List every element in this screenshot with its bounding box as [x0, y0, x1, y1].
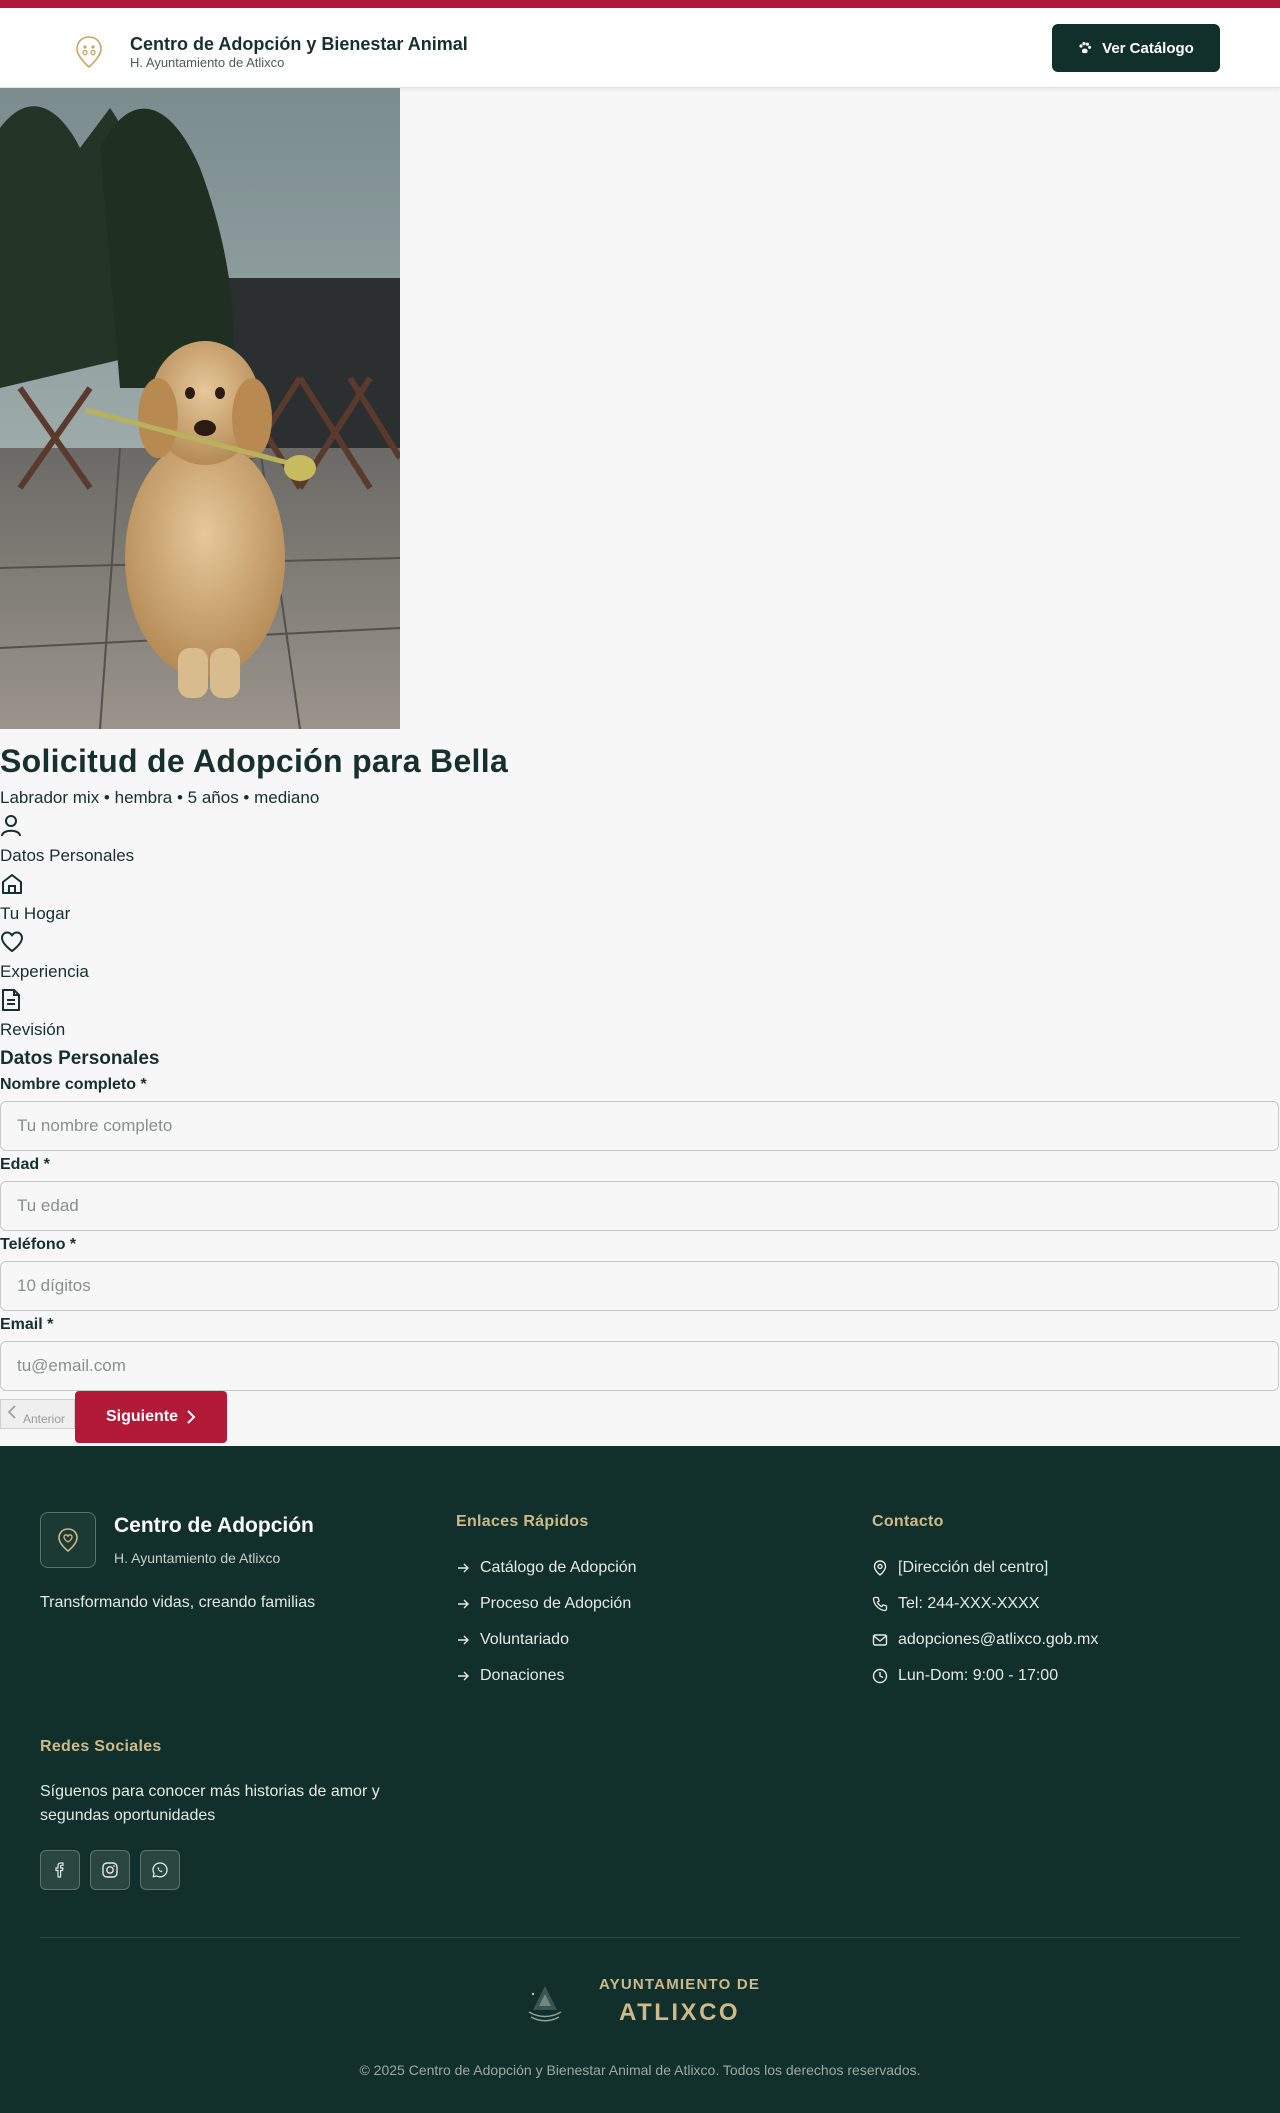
social-text: Síguenos para conocer más historias de a…: [40, 1783, 380, 1824]
quick-link-label: Donaciones: [480, 1667, 565, 1684]
pyramid-icon: [528, 1985, 562, 2021]
contact-heading: Contacto: [872, 1513, 944, 1530]
brand[interactable]: Centro de Adopción y Bienestar Animal H.…: [72, 33, 468, 71]
form-navigation: Anterior Siguiente: [0, 1391, 1280, 1443]
pet-photo: [0, 88, 400, 729]
paw-pin-icon: [72, 35, 106, 69]
footer-tagline: Transformando vidas, creando familias: [40, 1594, 316, 1611]
step-label: Datos Personales: [0, 846, 135, 865]
facebook-icon[interactable]: [40, 1850, 80, 1890]
brand-title: Centro de Adopción y Bienestar Animal: [130, 34, 468, 54]
section-title: Datos Personales: [0, 1048, 160, 1069]
catalog-button[interactable]: Ver Catálogo: [1052, 24, 1220, 72]
phone-icon: [872, 1596, 888, 1612]
footer-brand-subtitle: H. Ayuntamiento de Atlixco: [114, 1550, 281, 1566]
arrow-right-icon: [458, 1671, 469, 1681]
step-personal-data[interactable]: Datos Personales: [0, 813, 1280, 867]
quick-link-label: Voluntariado: [480, 1631, 569, 1648]
field-phone: Teléfono *: [0, 1235, 1280, 1311]
quick-link-donations[interactable]: Donaciones: [456, 1658, 637, 1694]
social-heading: Redes Sociales: [40, 1738, 162, 1755]
user-icon: [0, 813, 1280, 839]
step-label: Tu Hogar: [0, 904, 71, 923]
quick-link-label: Proceso de Adopción: [480, 1595, 632, 1612]
top-accent-bar: [0, 0, 1280, 8]
pet-details: Labrador mix • hembra • 5 años • mediano: [0, 788, 320, 807]
field-email: Email *: [0, 1315, 1280, 1391]
contact-hours: Lun-Dom: 9:00 - 17:00: [872, 1658, 1098, 1694]
field-label: Edad *: [0, 1156, 50, 1173]
contact-text: Tel: 244-XXX-XXXX: [898, 1595, 1040, 1612]
adoption-application: Solicitud de Adopción para Bella Labrado…: [0, 729, 1280, 1443]
contact-text: adopciones@atlixco.gob.mx: [898, 1631, 1099, 1648]
contact-text: [Dirección del centro]: [898, 1559, 1049, 1576]
ayuntamiento-logo: AYUNTAMIENTO DE ATLIXCO: [525, 1976, 760, 2027]
next-button-label: Siguiente: [105, 1408, 178, 1425]
field-label: Nombre completo *: [0, 1076, 147, 1093]
quick-links-heading: Enlaces Rápidos: [456, 1513, 589, 1530]
field-label: Email *: [0, 1316, 54, 1333]
heart-icon: [0, 929, 1280, 955]
step-label: Revisión: [0, 1020, 66, 1039]
arrow-right-icon: [458, 1635, 469, 1645]
quick-links-list: Catálogo de Adopción Proceso de Adopción…: [456, 1550, 637, 1694]
quick-link-process[interactable]: Proceso de Adopción: [456, 1586, 637, 1622]
copyright-text: © 2025 Centro de Adopción y Bienestar An…: [359, 2062, 921, 2078]
mail-icon: [872, 1634, 888, 1646]
previous-button[interactable]: Anterior: [0, 1399, 75, 1429]
social-links: [40, 1850, 190, 1890]
application-title: Solicitud de Adopción para Bella: [0, 743, 509, 779]
footer-brand-title: Centro de Adopción: [114, 1514, 314, 1537]
quick-link-label: Catálogo de Adopción: [480, 1559, 637, 1576]
brand-subtitle: H. Ayuntamiento de Atlixco: [130, 55, 285, 70]
quick-link-catalog[interactable]: Catálogo de Adopción: [456, 1550, 637, 1586]
arrow-right-icon: [458, 1599, 469, 1609]
field-age: Edad *: [0, 1155, 1280, 1231]
heart-pin-icon: [40, 1512, 96, 1568]
step-experience[interactable]: Experiencia: [0, 929, 1280, 983]
contact-phone[interactable]: Tel: 244-XXX-XXXX: [872, 1586, 1098, 1622]
chevron-left-icon: [7, 1405, 16, 1419]
contact-text: Lun-Dom: 9:00 - 17:00: [898, 1667, 1059, 1684]
home-icon: [0, 871, 1280, 897]
catalog-button-label: Ver Catálogo: [1102, 39, 1194, 57]
ayuntamiento-name: ATLIXCO: [619, 1999, 741, 2026]
step-home[interactable]: Tu Hogar: [0, 871, 1280, 925]
contact-address: [Dirección del centro]: [872, 1550, 1098, 1586]
paw-icon: [1079, 42, 1092, 54]
chevron-right-icon: [187, 1410, 196, 1424]
clock-icon: [872, 1668, 888, 1684]
age-input[interactable]: [0, 1181, 1279, 1231]
full-name-input[interactable]: [0, 1101, 1279, 1151]
footer-divider: [40, 1937, 1240, 1938]
next-button[interactable]: Siguiente: [75, 1391, 227, 1443]
field-label: Teléfono *: [0, 1236, 77, 1253]
document-icon: [0, 987, 1280, 1013]
step-label: Experiencia: [0, 962, 89, 981]
site-header: Centro de Adopción y Bienestar Animal H.…: [0, 8, 1280, 88]
contact-list: [Dirección del centro] Tel: 244-XXX-XXXX…: [872, 1550, 1098, 1694]
contact-email[interactable]: adopciones@atlixco.gob.mx: [872, 1622, 1098, 1658]
arrow-right-icon: [458, 1563, 469, 1573]
field-full-name: Nombre completo *: [0, 1075, 1280, 1151]
instagram-icon[interactable]: [90, 1850, 130, 1890]
footer-brand: Centro de Adopción H. Ayuntamiento de At…: [40, 1512, 314, 1568]
whatsapp-icon[interactable]: [140, 1850, 180, 1890]
map-pin-icon: [873, 1560, 887, 1576]
quick-link-volunteering[interactable]: Voluntariado: [456, 1622, 637, 1658]
step-review[interactable]: Revisión: [0, 987, 1280, 1041]
phone-input[interactable]: [0, 1261, 1279, 1311]
site-footer: Centro de Adopción H. Ayuntamiento de At…: [0, 1446, 1280, 2113]
previous-button-label: Anterior: [23, 1412, 66, 1426]
ayuntamiento-label: AYUNTAMIENTO DE: [599, 1976, 761, 1993]
email-input[interactable]: [0, 1341, 1279, 1391]
